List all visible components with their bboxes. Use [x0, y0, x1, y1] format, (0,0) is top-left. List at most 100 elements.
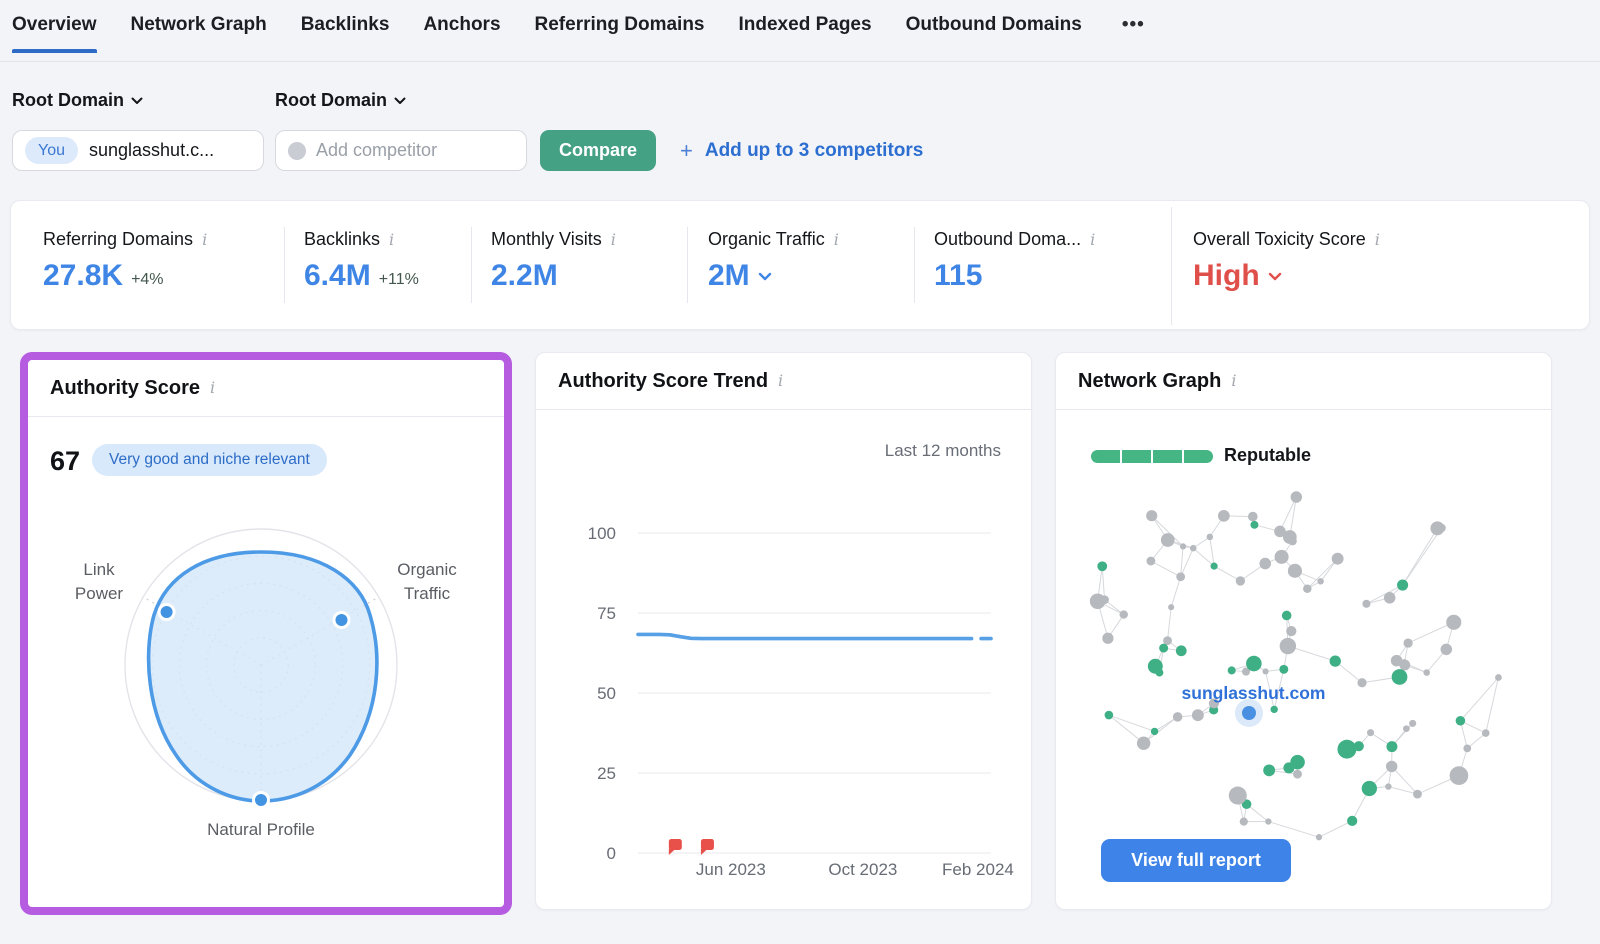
authority-score-card-highlight: Authority Score i 67 Very good and niche…	[20, 352, 512, 915]
chevron-down-icon	[758, 272, 772, 281]
network-node	[1391, 655, 1403, 667]
network-node	[1190, 545, 1197, 552]
you-domain-chip[interactable]: You sunglasshut.c...	[12, 130, 264, 171]
network-node	[1275, 550, 1289, 564]
network-node	[1265, 818, 1271, 824]
info-icon[interactable]: i	[202, 232, 207, 248]
network-node	[1236, 576, 1245, 585]
network-node	[1367, 729, 1374, 736]
network-node	[1120, 610, 1128, 618]
radar-axis-label-link-power: Link Power	[49, 558, 149, 606]
divider	[1171, 207, 1172, 325]
reputation-meter	[1091, 450, 1213, 463]
metric-value: 2.2M	[491, 259, 558, 293]
tab-overview[interactable]: Overview	[12, 14, 97, 53]
add-competitors-link[interactable]: + Add up to 3 competitors	[680, 130, 923, 171]
reputation-meter-segment	[1184, 450, 1213, 463]
info-icon[interactable]: i	[389, 232, 394, 248]
reputation-meter-segment	[1153, 450, 1182, 463]
network-node	[1430, 521, 1444, 535]
add-competitor-input[interactable]	[316, 140, 496, 161]
metric-value: 27.8K+4%	[43, 259, 164, 293]
radar-dot-organic-traffic	[334, 613, 349, 628]
favicon-placeholder-icon	[288, 142, 306, 160]
note-flag-icon[interactable]	[701, 839, 714, 850]
authority-score-trend-card: Authority Score Trend i Last 12 months 1…	[535, 352, 1032, 910]
tab-network-graph[interactable]: Network Graph	[131, 14, 267, 53]
network-node	[1192, 709, 1204, 721]
info-icon[interactable]: i	[834, 232, 839, 248]
metric-label: Organic Traffic	[708, 229, 825, 250]
metric-value-dropdown[interactable]: High	[1193, 259, 1282, 293]
tab-referring-domains[interactable]: Referring Domains	[535, 14, 705, 53]
network-node	[1137, 736, 1150, 749]
divider	[471, 227, 472, 303]
info-icon[interactable]: i	[210, 380, 215, 396]
add-competitors-label: Add up to 3 competitors	[705, 140, 924, 162]
metric-value-dropdown[interactable]: 2M	[708, 259, 772, 293]
tab-anchors[interactable]: Anchors	[423, 14, 500, 53]
info-icon[interactable]: i	[778, 373, 783, 389]
report-tabs: Overview Network Graph Backlinks Anchors…	[12, 14, 1151, 53]
network-node	[1495, 674, 1502, 681]
network-node-reputable	[1211, 563, 1218, 570]
network-node	[1161, 533, 1175, 547]
network-node	[1482, 729, 1490, 737]
summary-metrics-bar: Referring Domainsi 27.8K+4% Backlinksi 6…	[10, 200, 1590, 330]
you-domain-text: sunglasshut.c...	[89, 140, 214, 161]
backlink-analytics-page: { "nav": { "tabs": [ {"label": "Overview…	[0, 0, 1600, 944]
network-center-domain-label: sunglasshut.com	[1146, 683, 1361, 704]
metric-label: Outbound Doma...	[934, 229, 1081, 250]
metric-value: 6.4M+11%	[304, 259, 419, 293]
info-icon[interactable]: i	[1090, 232, 1095, 248]
network-node	[1176, 572, 1185, 581]
network-node-reputable	[1347, 816, 1357, 826]
metric-label: Monthly Visits	[491, 229, 602, 250]
network-node	[1409, 720, 1416, 727]
you-badge: You	[25, 137, 78, 164]
divider	[914, 227, 915, 303]
network-node	[1403, 638, 1412, 647]
network-node-reputable	[1228, 666, 1236, 674]
info-icon[interactable]: i	[611, 232, 616, 248]
network-node-reputable	[1263, 764, 1275, 776]
card-header: Authority Score Trend i	[536, 353, 1031, 410]
chevron-down-icon	[1268, 272, 1282, 281]
chevron-down-icon	[394, 97, 406, 105]
metric-delta: +4%	[131, 263, 163, 289]
tab-indexed-pages[interactable]: Indexed Pages	[739, 14, 872, 53]
authority-trend-chart: 1007550250Jun 2023Oct 2023Feb 2024	[536, 411, 1032, 910]
metric-value: 115	[934, 259, 982, 293]
network-node	[1240, 818, 1248, 826]
network-node	[1146, 510, 1157, 521]
y-axis-tick: 0	[607, 844, 616, 863]
network-node	[1384, 592, 1396, 604]
note-flag-icon[interactable]	[669, 839, 682, 850]
add-competitor-field[interactable]	[275, 130, 527, 171]
info-icon[interactable]: i	[1231, 373, 1236, 389]
you-node	[1242, 706, 1256, 720]
card-title: Network Graph	[1078, 370, 1221, 393]
competitor-scope-selector[interactable]: Root Domain	[275, 90, 406, 111]
network-node	[1288, 564, 1302, 578]
compare-button[interactable]: Compare	[540, 130, 656, 171]
network-node	[1102, 633, 1113, 644]
divider	[284, 227, 285, 303]
radar-axis-label-organic-traffic: Organic Traffic	[377, 558, 477, 606]
network-node-reputable	[1156, 669, 1164, 677]
network-graph-card: Network Graph i Reputable sunglasshut.co…	[1055, 352, 1552, 910]
more-tabs-icon[interactable]: •••	[1116, 14, 1151, 53]
network-node	[1280, 638, 1296, 654]
tab-backlinks[interactable]: Backlinks	[301, 14, 390, 53]
tab-outbound-domains[interactable]: Outbound Domains	[906, 14, 1082, 53]
view-full-report-button[interactable]: View full report	[1101, 839, 1291, 882]
network-node-reputable	[1397, 579, 1408, 590]
info-icon[interactable]: i	[1375, 232, 1380, 248]
you-scope-selector[interactable]: Root Domain	[12, 90, 143, 111]
network-node-reputable	[1343, 743, 1355, 755]
card-title: Authority Score Trend	[558, 370, 768, 393]
network-node-reputable	[1271, 706, 1278, 713]
network-node	[1218, 510, 1230, 522]
card-header: Network Graph i	[1056, 353, 1551, 410]
authority-score-badge: Very good and niche relevant	[92, 444, 327, 476]
